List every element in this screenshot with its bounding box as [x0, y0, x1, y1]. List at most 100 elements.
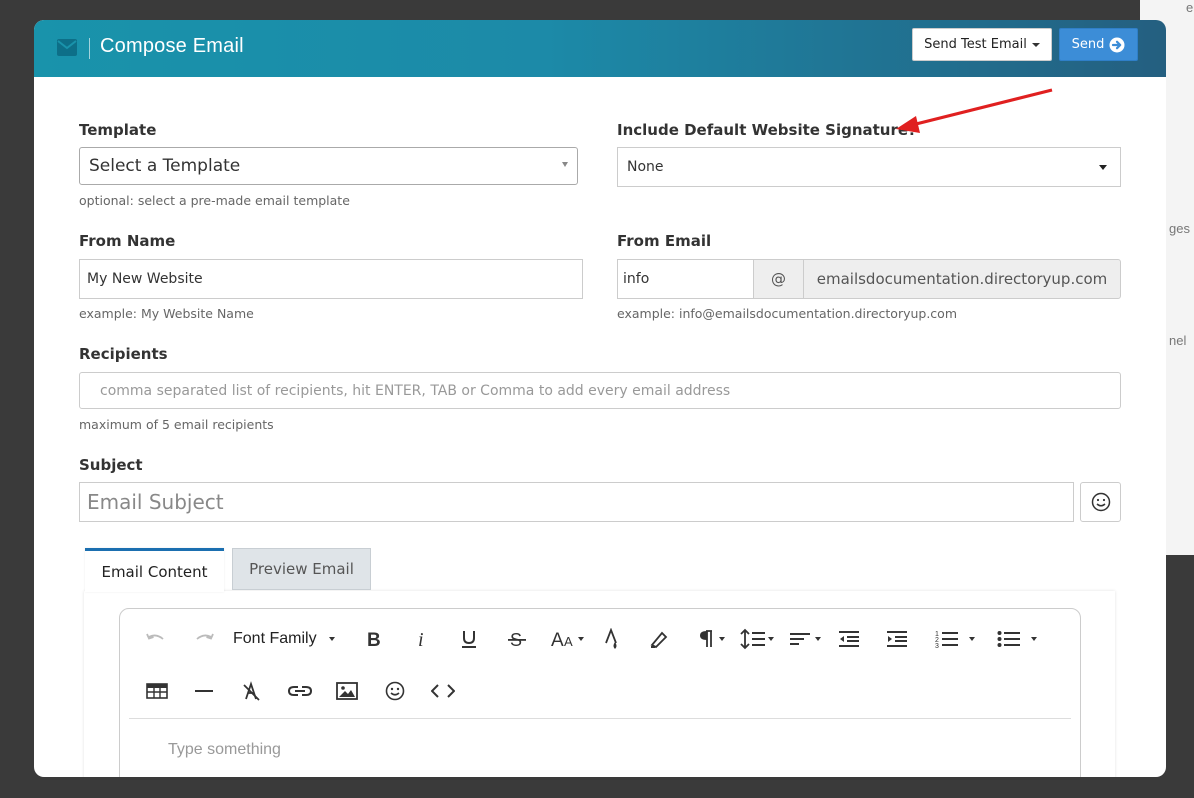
recipients-label: Recipients [79, 345, 168, 363]
indent-button[interactable] [883, 625, 911, 653]
strikethrough-button[interactable]: S [503, 625, 531, 653]
align-icon [790, 633, 810, 645]
italic-button[interactable]: i [408, 625, 436, 653]
send-test-email-button[interactable]: Send Test Email [912, 28, 1052, 61]
modal-title: Compose Email [100, 35, 244, 57]
tab-email-content[interactable]: Email Content [85, 548, 224, 592]
subject-emoji-button[interactable] [1080, 482, 1121, 522]
font-size-button[interactable]: AA [548, 625, 586, 653]
smiley-icon [1091, 492, 1110, 512]
outdent-button[interactable] [835, 625, 863, 653]
code-view-icon [431, 684, 455, 698]
ordered-list-icon: 123 [935, 631, 958, 649]
recipients-input[interactable]: comma separated list of recipients, hit … [79, 372, 1121, 409]
svg-text:A: A [564, 634, 573, 649]
recipients-placeholder: comma separated list of recipients, hit … [100, 382, 731, 399]
undo-icon [146, 633, 164, 640]
link-button[interactable] [286, 677, 314, 705]
chevron-down-icon [969, 637, 975, 641]
chevron-down-icon [768, 637, 774, 641]
ordered-list-button[interactable]: 123 [930, 625, 980, 653]
font-family-label: Font Family [233, 630, 317, 647]
unordered-list-icon [997, 631, 1020, 647]
from-name-input[interactable]: My New Website [79, 259, 583, 299]
svg-text:B: B [367, 630, 381, 648]
line-height-button[interactable] [736, 625, 778, 653]
underline-icon [462, 631, 476, 648]
outdent-icon [839, 631, 859, 647]
rich-text-editor: Font Family B i S AA 1 2 3 Type somethin… [119, 608, 1081, 777]
table-button[interactable] [143, 677, 171, 705]
template-select[interactable]: Select a Template [79, 147, 578, 185]
emoticon-icon [385, 681, 405, 701]
line-height-icon [740, 628, 765, 650]
send-button[interactable]: Send [1059, 28, 1138, 61]
bold-button[interactable]: B [360, 625, 388, 653]
from-name-help: example: My Website Name [79, 306, 254, 321]
undo-button[interactable] [142, 625, 170, 653]
from-email-local-input[interactable]: info [617, 259, 754, 299]
chevron-down-icon [718, 637, 725, 641]
tab-preview-email[interactable]: Preview Email [232, 548, 371, 590]
indent-icon [887, 631, 907, 647]
chevron-down-icon [328, 637, 335, 641]
send-test-email-label: Send Test Email [924, 37, 1027, 52]
editor-placeholder[interactable]: Type something [168, 741, 281, 759]
from-email-label: From Email [617, 232, 712, 250]
redo-button[interactable] [190, 625, 218, 653]
image-button[interactable] [333, 677, 361, 705]
clear-formatting-icon [243, 681, 260, 701]
background-text: nel [1169, 333, 1187, 348]
code-view-button[interactable] [429, 677, 457, 705]
modal-header: Compose Email Send Test Email Send [34, 20, 1166, 77]
svg-text:3: 3 [935, 643, 939, 649]
background-text: ges [1169, 221, 1190, 236]
bold-icon: B [367, 630, 381, 648]
svg-text:i: i [418, 630, 424, 648]
redo-icon [196, 633, 214, 640]
background-color-icon [650, 631, 668, 649]
strikethrough-icon: S [508, 630, 526, 649]
template-label: Template [79, 121, 157, 139]
horizontal-line-icon [195, 690, 213, 692]
header-separator [89, 38, 90, 59]
from-name-value: My New Website [87, 271, 203, 287]
svg-text:A: A [551, 630, 564, 649]
font-size-icon: AA [551, 630, 573, 649]
envelope-icon [57, 39, 77, 56]
font-family-dropdown[interactable]: Font Family [233, 625, 353, 653]
from-name-label: From Name [79, 232, 176, 250]
paragraph-format-icon [699, 630, 712, 647]
template-select-value: Select a Template [89, 156, 241, 176]
text-color-button[interactable] [598, 625, 626, 653]
text-color-icon [605, 628, 617, 649]
subject-placeholder: Email Subject [87, 490, 224, 514]
emoticon-button[interactable] [381, 677, 409, 705]
underline-button[interactable] [455, 625, 483, 653]
signature-select-value: None [627, 159, 664, 175]
image-icon [336, 682, 358, 700]
background-color-button[interactable] [646, 625, 674, 653]
signature-select[interactable]: None [617, 147, 1121, 187]
unordered-list-button[interactable] [992, 625, 1042, 653]
background-text: e [1186, 0, 1194, 15]
chevron-down-icon [1099, 165, 1107, 170]
subject-input[interactable]: Email Subject [79, 482, 1074, 522]
align-button[interactable] [784, 625, 826, 653]
chevron-down-icon [1031, 42, 1040, 47]
from-email-help: example: info@emailsdocumentation.direct… [617, 306, 958, 321]
signature-label: Include Default Website Signature? [617, 121, 917, 139]
recipients-help: maximum of 5 email recipients [79, 417, 274, 432]
link-icon [288, 686, 312, 696]
chevron-down-icon [815, 637, 821, 641]
horizontal-line-button[interactable] [190, 677, 218, 705]
paragraph-format-button[interactable] [691, 625, 731, 653]
chevron-down-icon [1031, 637, 1037, 641]
table-icon [146, 683, 168, 699]
clear-formatting-button[interactable] [238, 677, 266, 705]
chevron-down-icon [577, 637, 584, 641]
compose-email-modal: Compose Email Send Test Email Send Templ… [34, 20, 1166, 777]
from-email-domain: emailsdocumentation.directoryup.com [803, 259, 1121, 299]
toolbar-divider [129, 718, 1071, 719]
at-sign-addon: @ [753, 259, 804, 299]
